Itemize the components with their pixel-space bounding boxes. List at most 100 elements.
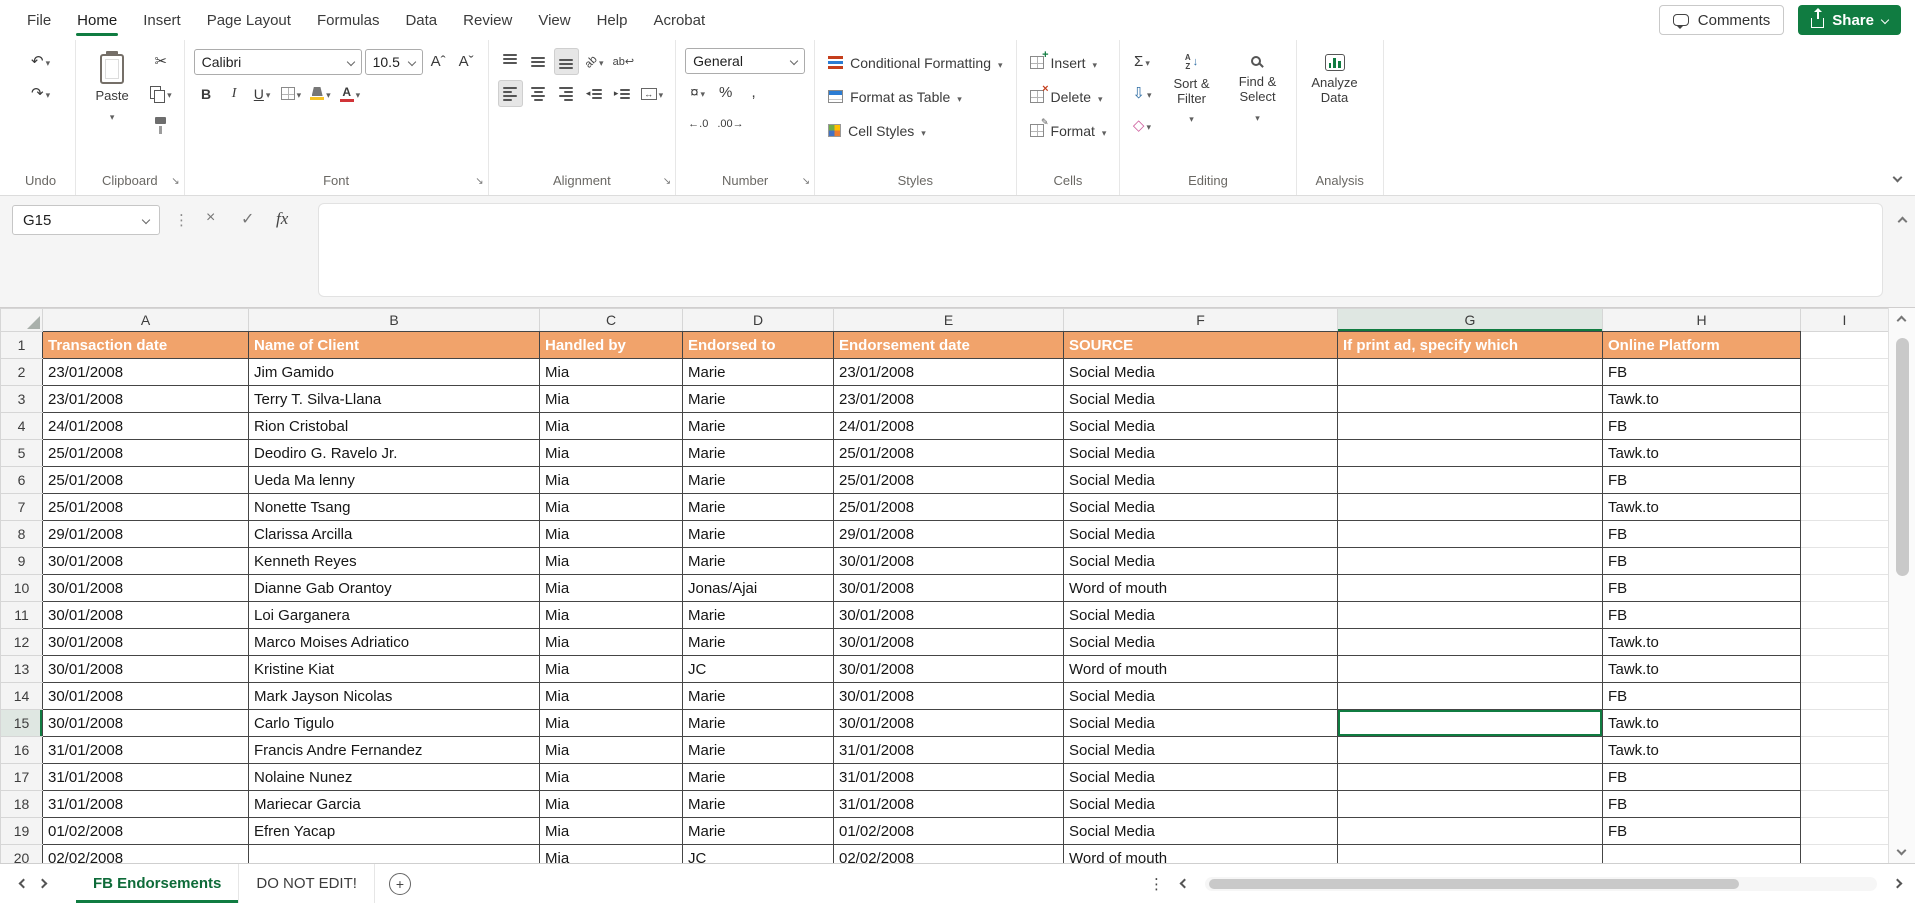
menu-item-acrobat[interactable]: Acrobat xyxy=(640,0,718,40)
cell-B17[interactable]: Nolaine Nunez xyxy=(248,763,540,791)
row-header-14[interactable]: 14 xyxy=(0,682,43,710)
row-header-6[interactable]: 6 xyxy=(0,466,43,494)
header-cell-D1[interactable]: Endorsed to xyxy=(682,331,834,359)
row-header-18[interactable]: 18 xyxy=(0,790,43,818)
cell-C15[interactable]: Mia xyxy=(539,709,683,737)
cell-H7[interactable]: Tawk.to xyxy=(1602,493,1801,521)
cell-I14[interactable] xyxy=(1800,682,1888,710)
cell-G7[interactable] xyxy=(1337,493,1603,521)
autosum-button[interactable]: Σ xyxy=(1129,48,1154,75)
row-header-20[interactable]: 20 xyxy=(0,844,43,863)
hscroll-left-icon[interactable] xyxy=(1179,878,1190,889)
cell-A15[interactable]: 30/01/2008 xyxy=(42,709,249,737)
menu-item-help[interactable]: Help xyxy=(584,0,641,40)
cell-B11[interactable]: Loi Garganera xyxy=(248,601,540,629)
cell-G6[interactable] xyxy=(1337,466,1603,494)
cell-D12[interactable]: Marie xyxy=(682,628,834,656)
cell-B2[interactable]: Jim Gamido xyxy=(248,358,540,386)
column-header-E[interactable]: E xyxy=(833,308,1064,332)
increase-indent-button[interactable]: ▸ xyxy=(610,80,635,107)
number-dialog-launcher-icon[interactable]: ↘ xyxy=(802,176,810,187)
tab-fb-endorsements[interactable]: FB Endorsements xyxy=(76,864,240,903)
cell-A10[interactable]: 30/01/2008 xyxy=(42,574,249,602)
cell-D14[interactable]: Marie xyxy=(682,682,834,710)
cell-G3[interactable] xyxy=(1337,385,1603,413)
add-sheet-button[interactable]: + xyxy=(388,872,411,895)
header-cell-A1[interactable]: Transaction date xyxy=(42,331,249,359)
menu-item-view[interactable]: View xyxy=(525,0,583,40)
cell-D4[interactable]: Marie xyxy=(682,412,834,440)
orientation-button[interactable]: ab xyxy=(582,48,607,75)
cell-H13[interactable]: Tawk.to xyxy=(1602,655,1801,683)
cell-E10[interactable]: 30/01/2008 xyxy=(833,574,1064,602)
hscroll-right-icon[interactable] xyxy=(1892,878,1903,889)
row-header-1[interactable]: 1 xyxy=(0,331,43,359)
row-header-4[interactable]: 4 xyxy=(0,412,43,440)
clear-button[interactable]: ◇ xyxy=(1129,112,1154,139)
cell-D19[interactable]: Marie xyxy=(682,817,834,845)
cell-G12[interactable] xyxy=(1337,628,1603,656)
cell-F12[interactable]: Social Media xyxy=(1063,628,1338,656)
cell-E16[interactable]: 31/01/2008 xyxy=(833,736,1064,764)
cell-B16[interactable]: Francis Andre Fernandez xyxy=(248,736,540,764)
cell-F2[interactable]: Social Media xyxy=(1063,358,1338,386)
cell-F11[interactable]: Social Media xyxy=(1063,601,1338,629)
cell-D18[interactable]: Marie xyxy=(682,790,834,818)
cell-D10[interactable]: Jonas/Ajai xyxy=(682,574,834,602)
cell-F4[interactable]: Social Media xyxy=(1063,412,1338,440)
cell-C6[interactable]: Mia xyxy=(539,466,683,494)
cell-B19[interactable]: Efren Yacap xyxy=(248,817,540,845)
cell-E14[interactable]: 30/01/2008 xyxy=(833,682,1064,710)
cell-I3[interactable] xyxy=(1800,385,1888,413)
cell-E15[interactable]: 30/01/2008 xyxy=(833,709,1064,737)
cell-A20[interactable]: 02/02/2008 xyxy=(42,844,249,863)
cell-A16[interactable]: 31/01/2008 xyxy=(42,736,249,764)
cell-D8[interactable]: Marie xyxy=(682,520,834,548)
cell-I7[interactable] xyxy=(1800,493,1888,521)
cell-C19[interactable]: Mia xyxy=(539,817,683,845)
decrease-font-button[interactable]: Aˇ xyxy=(454,48,479,75)
sheet-nav-right-icon[interactable] xyxy=(37,878,48,889)
cancel-button[interactable]: × xyxy=(206,209,215,227)
select-all-button[interactable] xyxy=(0,308,43,332)
cell-A12[interactable]: 30/01/2008 xyxy=(42,628,249,656)
insert-function-button[interactable]: fx xyxy=(276,209,288,229)
align-center-button[interactable] xyxy=(526,80,551,107)
cell-E3[interactable]: 23/01/2008 xyxy=(833,385,1064,413)
row-header-15[interactable]: 15 xyxy=(0,709,43,737)
cell-E5[interactable]: 25/01/2008 xyxy=(833,439,1064,467)
vertical-scrollbar[interactable] xyxy=(1888,308,1915,863)
cell-I13[interactable] xyxy=(1800,655,1888,683)
header-cell-B1[interactable]: Name of Client xyxy=(248,331,540,359)
vscroll-thumb[interactable] xyxy=(1896,338,1909,576)
header-cell-H1[interactable]: Online Platform xyxy=(1602,331,1801,359)
cell-D20[interactable]: JC xyxy=(682,844,834,863)
cell-C8[interactable]: Mia xyxy=(539,520,683,548)
cell-C9[interactable]: Mia xyxy=(539,547,683,575)
cell-B9[interactable]: Kenneth Reyes xyxy=(248,547,540,575)
cell-A18[interactable]: 31/01/2008 xyxy=(42,790,249,818)
comments-button[interactable]: Comments xyxy=(1658,5,1785,35)
cell-H15[interactable]: Tawk.to xyxy=(1602,709,1801,737)
enter-button[interactable]: ✓ xyxy=(241,209,254,229)
cell-F8[interactable]: Social Media xyxy=(1063,520,1338,548)
cell-H14[interactable]: FB xyxy=(1602,682,1801,710)
conditional-formatting-button[interactable]: Conditional Formatting xyxy=(824,48,1006,77)
cell-E18[interactable]: 31/01/2008 xyxy=(833,790,1064,818)
cell-F20[interactable]: Word of mouth xyxy=(1063,844,1338,863)
cell-B3[interactable]: Terry T. Silva-Llana xyxy=(248,385,540,413)
cell-F7[interactable]: Social Media xyxy=(1063,493,1338,521)
cell-C20[interactable]: Mia xyxy=(539,844,683,863)
cell-I16[interactable] xyxy=(1800,736,1888,764)
align-left-button[interactable] xyxy=(497,80,523,107)
number-format-select[interactable]: General xyxy=(685,48,806,74)
cell-B10[interactable]: Dianne Gab Orantoy xyxy=(248,574,540,602)
cell-E13[interactable]: 30/01/2008 xyxy=(833,655,1064,683)
cell-I12[interactable] xyxy=(1800,628,1888,656)
cell-A4[interactable]: 24/01/2008 xyxy=(42,412,249,440)
cell-B12[interactable]: Marco Moises Adriatico xyxy=(248,628,540,656)
accounting-format-button[interactable]: ¤ xyxy=(685,79,710,106)
cell-I8[interactable] xyxy=(1800,520,1888,548)
cell-A8[interactable]: 29/01/2008 xyxy=(42,520,249,548)
align-right-button[interactable] xyxy=(554,80,579,107)
